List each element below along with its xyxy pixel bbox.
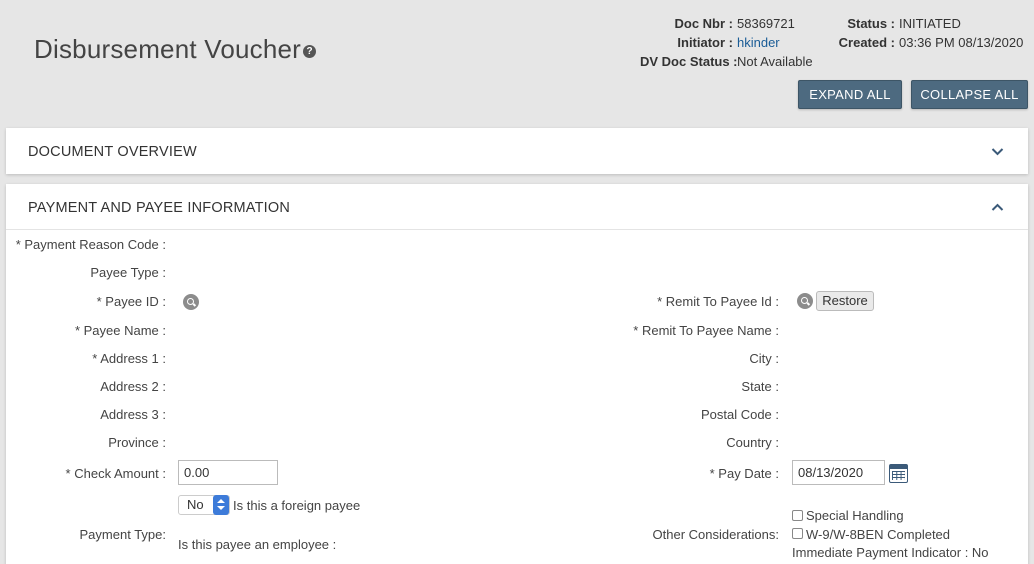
collapse-all-button[interactable]: COLLAPSE ALL — [911, 80, 1028, 109]
employee-question: Is this payee an employee : — [178, 537, 337, 552]
special-handling-checkbox[interactable] — [792, 510, 803, 521]
foreign-payee-select[interactable]: No — [178, 495, 230, 515]
w9-completed-label: W-9/W-8BEN Completed — [806, 527, 951, 542]
payee-type-label: Payee Type : — [90, 265, 166, 280]
check-amount-input[interactable]: 0.00 — [178, 460, 278, 485]
expand-all-button[interactable]: EXPAND ALL — [798, 80, 902, 109]
state-label: State : — [741, 379, 779, 394]
other-considerations-label: Other Considerations: — [652, 527, 779, 542]
page-header: Disbursement Voucher ? Doc Nbr :58369721… — [0, 0, 1034, 120]
document-overview-panel: DOCUMENT OVERVIEW — [6, 128, 1028, 174]
status-label: Status : — [847, 16, 895, 31]
payee-name-label: * Payee Name : — [74, 323, 166, 338]
restore-button[interactable]: Restore — [816, 291, 874, 311]
dv-doc-status-value: Not Available — [737, 54, 813, 69]
chevron-up-icon[interactable] — [991, 203, 1004, 211]
pay-date-label: * Pay Date : — [709, 466, 779, 481]
payment-reason-code-label: * Payment Reason Code : — [15, 237, 166, 252]
payment-payee-header[interactable]: PAYMENT AND PAYEE INFORMATION — [6, 184, 1028, 230]
document-overview-title: DOCUMENT OVERVIEW — [28, 144, 197, 160]
country-label: Country : — [726, 435, 779, 450]
document-meta-left: Doc Nbr :58369721 Initiator : hkinder DV … — [640, 14, 813, 71]
doc-nbr-value: 58369721 — [737, 16, 795, 31]
payee-id-label: * Payee ID : — [96, 294, 166, 309]
postal-code-label: Postal Code : — [700, 407, 779, 422]
address2-label: Address 2 : — [100, 379, 166, 394]
doc-nbr-label: Doc Nbr : — [674, 16, 734, 31]
address3-label: Address 3 : — [100, 407, 166, 422]
created-label: Created : — [838, 35, 895, 50]
created-value: 03:36 PM 08/13/2020 — [899, 35, 1024, 50]
initiator-label: Initiator : — [677, 35, 733, 50]
special-handling-label: Special Handling — [806, 508, 904, 523]
city-label: City : — [749, 351, 779, 366]
initiator-link[interactable]: hkinder — [737, 35, 780, 50]
check-amount-label: * Check Amount : — [65, 466, 166, 481]
payment-payee-title: PAYMENT AND PAYEE INFORMATION — [28, 200, 290, 216]
search-icon[interactable] — [183, 294, 199, 310]
calendar-icon[interactable] — [889, 464, 908, 483]
remit-to-payee-name-label: * Remit To Payee Name : — [633, 323, 779, 338]
immediate-payment-indicator: Immediate Payment Indicator : No — [792, 545, 989, 560]
province-label: Province : — [108, 435, 166, 450]
help-icon[interactable]: ? — [303, 45, 316, 58]
calendar-grid — [892, 471, 905, 480]
foreign-payee-label: Is this a foreign payee — [233, 498, 361, 513]
remit-to-payee-id-label: * Remit To Payee Id : — [657, 294, 779, 309]
address1-label: * Address 1 : — [92, 351, 166, 366]
document-meta-right: Status : INITIATED Created : 03:36 PM 08/1… — [838, 14, 1024, 52]
page-title: Disbursement Voucher — [34, 34, 302, 64]
dv-doc-status-label: DV Doc Status : — [640, 54, 738, 69]
select-arrows-icon — [213, 495, 229, 515]
payment-type-label: Payment Type: — [79, 527, 166, 542]
chevron-down-icon[interactable] — [991, 148, 1004, 156]
search-icon[interactable] — [797, 293, 813, 309]
pay-date-input[interactable]: 08/13/2020 — [792, 460, 885, 485]
foreign-payee-select-value: No — [187, 497, 204, 512]
w9-completed-checkbox[interactable] — [792, 528, 803, 539]
status-value: INITIATED — [899, 16, 961, 31]
document-overview-header[interactable]: DOCUMENT OVERVIEW — [6, 128, 1028, 174]
